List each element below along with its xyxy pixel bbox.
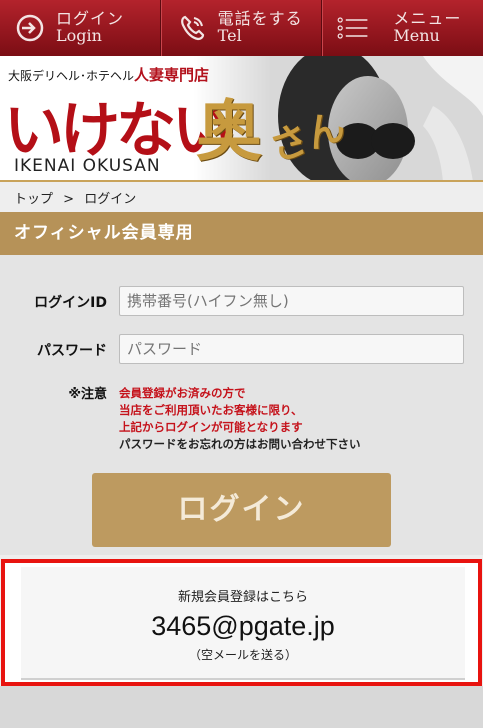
register-email-button[interactable]: 新規会員登録はこちら 3465@pgate.jp （空メールを送る） (21, 567, 465, 680)
login-id-input[interactable] (119, 286, 464, 316)
breadcrumb-separator: > (63, 192, 75, 207)
shop-banner[interactable]: 大阪デリヘル･ホテヘル人妻専門店 いけない 奥 さん IKENAI OKUSAN (0, 56, 483, 182)
nav-menu-sublabel: Menu (393, 26, 440, 45)
section-title: オフィシャル会員専用 (0, 212, 483, 255)
login-button[interactable]: ログイン (92, 473, 391, 547)
register-email: 3465@pgate.jp (151, 611, 335, 641)
register-title: 新規会員登録はこちら (177, 590, 308, 605)
menu-icon (337, 12, 369, 44)
banner-title-gold: 奥 (196, 92, 262, 170)
nav-login-button[interactable]: ログイン Login (0, 0, 161, 56)
breadcrumb-home-link[interactable]: トップ (14, 192, 53, 207)
register-note: （空メールを送る） (188, 648, 297, 662)
banner-subtitle-prefix: 大阪デリヘル･ホテヘル (8, 69, 135, 83)
login-note: 会員登録がお済みの方で 当店をご利用頂いたお客様に限り、 上記からログインが可能… (119, 385, 361, 453)
footer-strip (0, 686, 483, 728)
login-id-label: ログインID (34, 295, 107, 311)
note-line-3: 上記からログインが可能となります (119, 420, 303, 434)
note-line-2: 当店をご利用頂いたお客様に限り、 (119, 403, 303, 417)
login-form: ログインID パスワード ※注意 会員登録がお済みの方で 当店をご利用頂いたお客… (0, 255, 483, 555)
top-nav: ログイン Login 電話をする Tel メニュー Menu (0, 0, 483, 56)
page: ログイン Login 電話をする Tel メニュー Menu 大阪デリヘル･ホテ… (0, 0, 483, 728)
nav-login-sublabel: Login (56, 26, 102, 45)
note-label: ※注意 (68, 387, 107, 402)
banner-english-name: IKENAI OKUSAN (14, 156, 161, 176)
phone-icon (176, 12, 208, 44)
login-icon (14, 12, 46, 44)
nav-menu-button[interactable]: メニュー Menu (322, 0, 483, 56)
register-highlight: 新規会員登録はこちら 3465@pgate.jp （空メールを送る） (1, 559, 482, 686)
note-line-1: 会員登録がお済みの方で (119, 386, 246, 400)
note-line-4: パスワードをお忘れの方はお問い合わせ下さい (119, 437, 361, 451)
password-label: パスワード (37, 343, 107, 359)
nav-tel-button[interactable]: 電話をする Tel (160, 0, 323, 56)
nav-tel-sublabel: Tel (217, 26, 242, 45)
breadcrumb-current: ログイン (84, 192, 137, 207)
password-input[interactable] (119, 334, 464, 364)
breadcrumb: トップ > ログイン (14, 188, 142, 207)
